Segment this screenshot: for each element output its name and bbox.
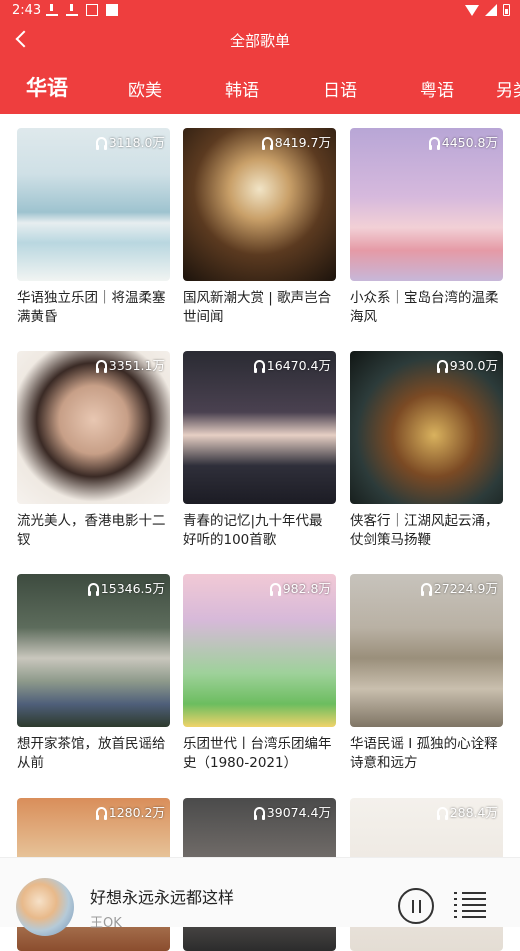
page-title: 全部歌单 bbox=[229, 32, 290, 50]
headphones-icon bbox=[420, 583, 432, 596]
playlist-card[interactable]: 4450.8万 小众系｜宝岛台湾的温柔海风 bbox=[350, 128, 503, 327]
headphones-icon bbox=[436, 807, 448, 820]
signal-icon bbox=[485, 4, 497, 16]
play-count: 8419.7万 bbox=[261, 132, 331, 151]
playlist-cover[interactable]: 8419.7万 bbox=[183, 128, 336, 281]
playlist-title[interactable]: 青春的记忆|九十年代最好听的100首歌 bbox=[183, 512, 336, 550]
playlist-card[interactable]: 15346.5万 想开家茶馆，放首民谣给从前 bbox=[17, 574, 170, 773]
playlist-queue-icon[interactable] bbox=[454, 890, 486, 918]
play-count: 3351.1万 bbox=[95, 355, 165, 374]
now-playing-artist: 王OK bbox=[90, 916, 122, 931]
status-bar: 2:43 bbox=[0, 0, 520, 22]
headphones-icon bbox=[95, 807, 107, 820]
headphones-icon bbox=[261, 137, 273, 150]
tab-korean[interactable]: 韩语 bbox=[225, 76, 259, 101]
tab-japanese[interactable]: 日语 bbox=[323, 76, 357, 101]
playlist-title[interactable]: 乐团世代丨台湾乐团编年史（1980-2021） bbox=[183, 735, 336, 773]
playlist-card[interactable]: 16470.4万 青春的记忆|九十年代最好听的100首歌 bbox=[183, 351, 336, 550]
mini-player[interactable]: 好想永远永远都这样 王OK bbox=[0, 857, 520, 936]
playlist-card[interactable]: 930.0万 侠客行｜江湖风起云涌，仗剑策马扬鞭 bbox=[350, 351, 503, 550]
playlist-title[interactable]: 国风新潮大赏 | 歌声岂合世间闻 bbox=[183, 289, 336, 327]
headphones-icon bbox=[95, 360, 107, 373]
headphones-icon bbox=[436, 360, 448, 373]
playlist-cover[interactable]: 27224.9万 bbox=[350, 574, 503, 727]
tab-alternative[interactable]: 另类 bbox=[496, 76, 520, 101]
notification-icons bbox=[46, 4, 118, 16]
play-count: 288.4万 bbox=[436, 802, 498, 821]
play-count: 39074.4万 bbox=[253, 802, 331, 821]
headphones-icon bbox=[253, 360, 265, 373]
download-icon bbox=[46, 4, 58, 16]
playlist-card[interactable]: 3118.0万 华语独立乐团｜将温柔塞满黄昏 bbox=[17, 128, 170, 327]
playlist-card[interactable]: 982.8万 乐团世代丨台湾乐团编年史（1980-2021） bbox=[183, 574, 336, 773]
play-count: 982.8万 bbox=[269, 578, 331, 597]
playlist-card[interactable]: 3351.1万 流光美人，香港电影十二钗 bbox=[17, 351, 170, 550]
app-header: 全部歌单 华语 欧美 韩语 日语 粤语 另类 bbox=[0, 22, 520, 114]
download-icon bbox=[66, 4, 78, 16]
playlist-title[interactable]: 想开家茶馆，放首民谣给从前 bbox=[17, 735, 170, 773]
playlist-cover[interactable]: 982.8万 bbox=[183, 574, 336, 727]
now-playing-title[interactable]: 好想永远永远都这样 bbox=[90, 884, 234, 908]
play-count: 4450.8万 bbox=[428, 132, 498, 151]
playlist-title[interactable]: 流光美人，香港电影十二钗 bbox=[17, 512, 170, 550]
tab-mandarin[interactable]: 华语 bbox=[26, 72, 68, 102]
play-count: 1280.2万 bbox=[95, 802, 165, 821]
category-tabs: 华语 欧美 韩语 日语 粤语 另类 bbox=[0, 70, 520, 106]
status-time: 2:43 bbox=[12, 3, 42, 18]
pause-button[interactable] bbox=[398, 888, 434, 924]
headphones-icon bbox=[269, 583, 281, 596]
playlist-cover[interactable]: 4450.8万 bbox=[350, 128, 503, 281]
battery-icon bbox=[503, 4, 510, 16]
playlist-title[interactable]: 侠客行｜江湖风起云涌，仗剑策马扬鞭 bbox=[350, 512, 503, 550]
headphones-icon bbox=[87, 583, 99, 596]
wifi-icon bbox=[465, 4, 479, 16]
playlist-cover[interactable]: 3351.1万 bbox=[17, 351, 170, 504]
headphones-icon bbox=[95, 137, 107, 150]
play-count: 15346.5万 bbox=[87, 578, 165, 597]
app-notification-icon bbox=[86, 4, 98, 16]
playlist-cover[interactable]: 15346.5万 bbox=[17, 574, 170, 727]
headphones-icon bbox=[253, 807, 265, 820]
system-icons bbox=[465, 4, 510, 16]
play-count: 16470.4万 bbox=[253, 355, 331, 374]
tab-western[interactable]: 欧美 bbox=[128, 76, 162, 101]
headphones-icon bbox=[428, 137, 440, 150]
play-count: 3118.0万 bbox=[95, 132, 165, 151]
playlist-cover[interactable]: 3118.0万 bbox=[17, 128, 170, 281]
now-playing-cover[interactable] bbox=[16, 878, 74, 936]
play-count: 930.0万 bbox=[436, 355, 498, 374]
playlist-card[interactable]: 27224.9万 华语民谣 I 孤独的心诠释诗意和远方 bbox=[350, 574, 503, 773]
playlist-title[interactable]: 小众系｜宝岛台湾的温柔海风 bbox=[350, 289, 503, 327]
playlist-title[interactable]: 华语独立乐团｜将温柔塞满黄昏 bbox=[17, 289, 170, 327]
playlist-card[interactable]: 8419.7万 国风新潮大赏 | 歌声岂合世间闻 bbox=[183, 128, 336, 327]
play-count: 27224.9万 bbox=[420, 578, 498, 597]
app-notification-icon bbox=[106, 4, 118, 16]
playlist-cover[interactable]: 16470.4万 bbox=[183, 351, 336, 504]
playlist-cover[interactable]: 930.0万 bbox=[350, 351, 503, 504]
tab-cantonese[interactable]: 粤语 bbox=[420, 76, 454, 101]
playlist-title[interactable]: 华语民谣 I 孤独的心诠释诗意和远方 bbox=[350, 735, 503, 773]
